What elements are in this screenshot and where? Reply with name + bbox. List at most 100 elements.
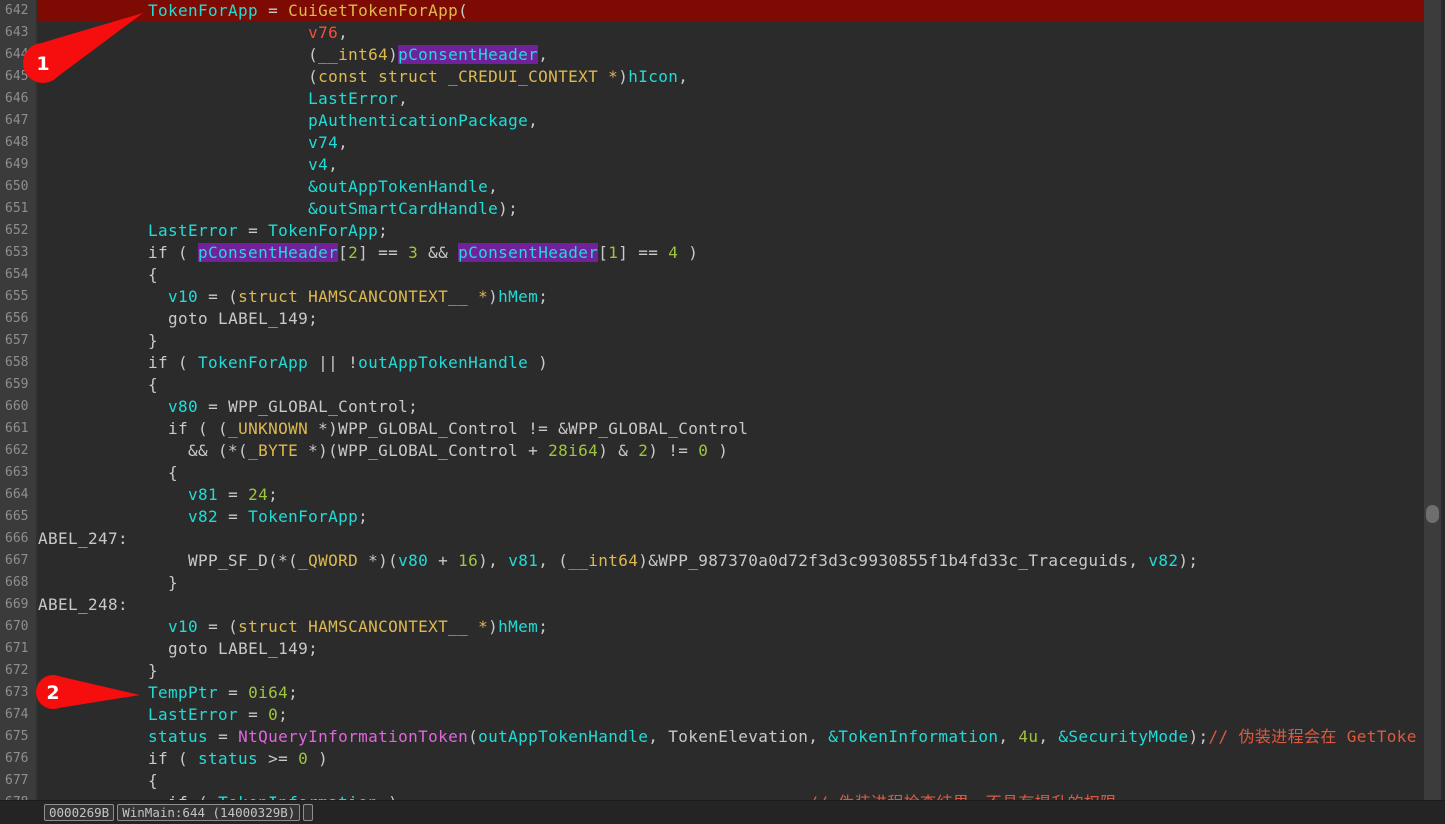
code-line[interactable]: 652 LastError = TokenForApp; [0,220,1424,242]
status-function-position: WinMain:644 (14000329B) [117,804,300,821]
code-token: v81 [188,485,218,504]
code-text: TokenForApp = CuiGetTokenForApp( [38,0,1424,22]
code-text: if ( TokenForApp || !outAppTokenHandle ) [38,352,1424,374]
code-line[interactable]: 663 { [0,462,1424,484]
code-line[interactable]: 654 { [0,264,1424,286]
code-line[interactable]: 670 v10 = (struct HAMSCANCONTEXT__ *)hMe… [0,616,1424,638]
code-line[interactable]: 660 v80 = WPP_GLOBAL_Control; [0,396,1424,418]
code-token [38,419,168,438]
code-line[interactable]: 645 (const struct _CREDUI_CONTEXT *)hIco… [0,66,1424,88]
line-number: 652 [0,220,38,242]
code-token: ) [488,617,498,636]
code-text: && (*(_BYTE *)(WPP_GLOBAL_Control + 28i6… [38,440,1424,462]
code-text: if ( status >= 0 ) [38,748,1424,770]
code-token: ; [538,287,548,306]
line-number: 655 [0,286,38,308]
code-token: _BYTE [248,441,298,460]
code-token: [ [598,243,608,262]
code-line[interactable]: 676 if ( status >= 0 ) [0,748,1424,770]
code-line[interactable]: 653 if ( pConsentHeader[2] == 3 && pCons… [0,242,1424,264]
code-line[interactable]: 665 v82 = TokenForApp; [0,506,1424,528]
code-token: pConsentHeader [458,243,598,262]
code-token [38,485,188,504]
code-token: { [148,771,158,790]
code-text: { [38,770,1424,792]
code-line[interactable]: 661 if ( (_UNKNOWN *)WPP_GLOBAL_Control … [0,418,1424,440]
code-line[interactable]: 664 v81 = 24; [0,484,1424,506]
code-token: = [218,507,248,526]
code-token [38,133,308,152]
line-number: 645 [0,66,38,88]
pseudocode-view[interactable]: 642 TokenForApp = CuiGetTokenForApp(643 … [0,0,1424,800]
line-number: 676 [0,748,38,770]
code-token: ; [378,221,388,240]
code-token: + [428,551,458,570]
code-token: v76 [308,23,338,42]
code-token: v82 [1148,551,1178,570]
code-line[interactable]: 677 { [0,770,1424,792]
code-token: 0 [298,749,308,768]
code-line[interactable]: 646 LastError, [0,88,1424,110]
code-line[interactable]: 659 { [0,374,1424,396]
code-token: outAppTokenHandle [358,353,528,372]
code-line[interactable]: 667 WPP_SF_D(*(_QWORD *)(v80 + 16), v81,… [0,550,1424,572]
code-line[interactable]: 672 } [0,660,1424,682]
code-token: if ( [168,793,218,800]
code-token [38,177,308,196]
code-text: pAuthenticationPackage, [38,110,1424,132]
line-number: 669 [0,594,38,616]
line-number: 673 [0,682,38,704]
line-number: 654 [0,264,38,286]
code-line[interactable]: 647 pAuthenticationPackage, [0,110,1424,132]
code-token [38,617,168,636]
code-token: _QWORD [298,551,358,570]
code-token: 0 [698,441,708,460]
code-token: v82 [188,507,218,526]
code-line[interactable]: 678 if ( TokenInformation ) // 伪装进程检查结果，… [0,792,1424,800]
code-line[interactable]: 668 } [0,572,1424,594]
code-token: ; [268,485,278,504]
code-token: || ! [308,353,358,372]
code-line[interactable]: 649 v4, [0,154,1424,176]
code-line[interactable]: 673 TempPtr = 0i64; [0,682,1424,704]
code-token [38,1,148,20]
code-line[interactable]: 642 TokenForApp = CuiGetTokenForApp( [0,0,1424,22]
code-line[interactable]: 675 status = NtQueryInformationToken(out… [0,726,1424,748]
code-token: , [338,23,348,42]
code-line[interactable]: 644 (__int64)pConsentHeader, [0,44,1424,66]
code-line[interactable]: 643 v76, [0,22,1424,44]
vertical-scrollbar[interactable] [1424,0,1441,800]
code-token: v81 [508,551,538,570]
code-token: , ( [538,551,568,570]
scrollbar-thumb[interactable] [1426,505,1439,523]
code-token: ] == [358,243,408,262]
line-number: 663 [0,462,38,484]
code-line[interactable]: 669ABEL_248: [0,594,1424,616]
code-token [38,727,148,746]
code-token: ) [528,353,548,372]
code-token: hIcon [628,67,678,86]
code-token: = [208,727,238,746]
code-token: && [418,243,458,262]
code-text: ABEL_248: [38,594,1424,616]
code-line[interactable]: 674 LastError = 0; [0,704,1424,726]
code-token: *)(WPP_GLOBAL_Control + [298,441,548,460]
code-line[interactable]: 655 v10 = (struct HAMSCANCONTEXT__ *)hMe… [0,286,1424,308]
code-line[interactable]: 651 &outSmartCardHandle); [0,198,1424,220]
code-line[interactable]: 666ABEL_247: [0,528,1424,550]
code-line[interactable]: 656 goto LABEL_149; [0,308,1424,330]
code-token: 28i64 [548,441,598,460]
code-line[interactable]: 658 if ( TokenForApp || !outAppTokenHand… [0,352,1424,374]
line-number: 664 [0,484,38,506]
code-line[interactable]: 657 } [0,330,1424,352]
line-number: 674 [0,704,38,726]
code-token [38,661,148,680]
code-line[interactable]: 648 v74, [0,132,1424,154]
code-token: if ( ( [168,419,228,438]
code-line[interactable]: 671 goto LABEL_149; [0,638,1424,660]
code-line[interactable]: 662 && (*(_BYTE *)(WPP_GLOBAL_Control + … [0,440,1424,462]
code-text: v81 = 24; [38,484,1424,506]
code-line[interactable]: 650 &outAppTokenHandle, [0,176,1424,198]
code-text: { [38,462,1424,484]
code-token: , [538,45,548,64]
